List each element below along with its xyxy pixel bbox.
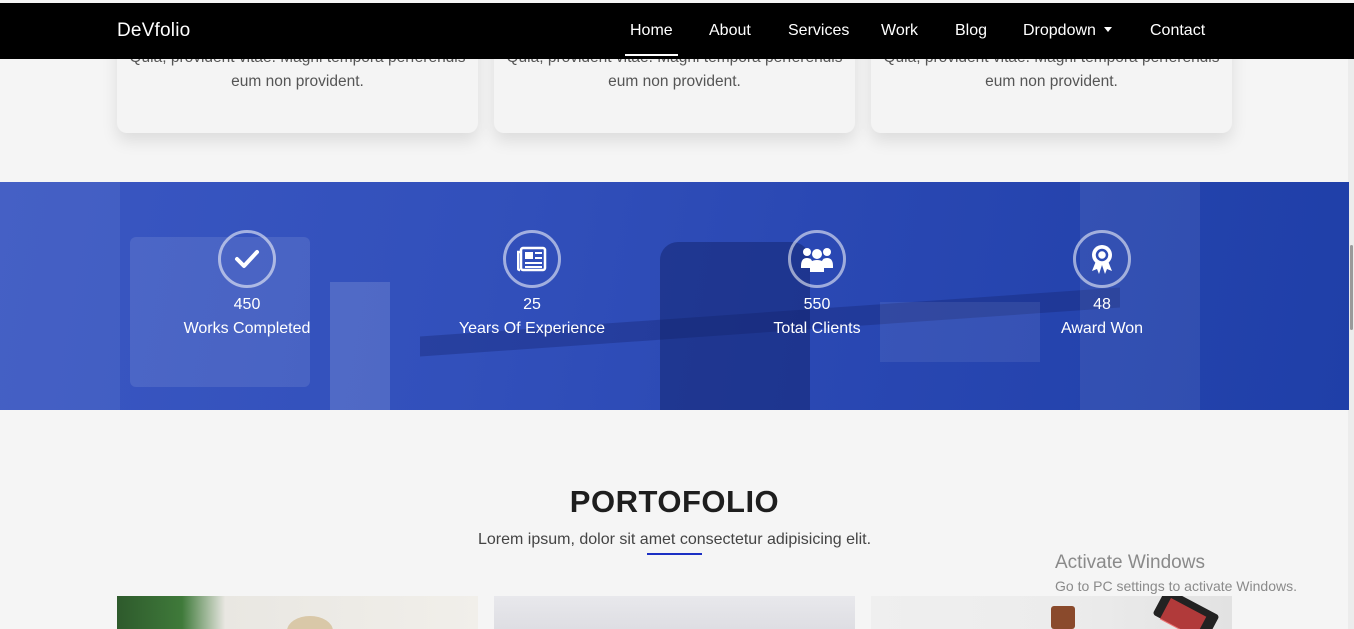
service-card-text-line: eum non provident. bbox=[608, 73, 741, 90]
portfolio-subtitle: Lorem ipsum, dolor sit amet consectetur … bbox=[477, 531, 872, 548]
portfolio-item[interactable] bbox=[117, 596, 478, 629]
service-card-text-line: eum non provident. bbox=[985, 73, 1118, 90]
nav-dropdown[interactable]: Dropdown bbox=[1023, 22, 1112, 40]
navbar: DeVfolio Home About Services Work Blog D… bbox=[0, 3, 1354, 59]
counter-clients: 550 Total Clients bbox=[697, 230, 937, 338]
counter-number: 48 bbox=[1093, 296, 1111, 313]
scrollbar-thumb[interactable] bbox=[1350, 245, 1353, 330]
nav-blog[interactable]: Blog bbox=[955, 22, 987, 40]
counter-label: Works Completed bbox=[183, 320, 311, 337]
counter-works: 450 Works Completed bbox=[127, 230, 367, 338]
counter-experience: 25 Years Of Experience bbox=[412, 230, 652, 338]
nav-contact[interactable]: Contact bbox=[1150, 22, 1205, 40]
newspaper-icon bbox=[503, 230, 561, 288]
portfolio-title: PORTOFOLIO bbox=[569, 484, 780, 519]
checkmark-icon bbox=[218, 230, 276, 288]
brand-logo[interactable]: DeVfolio bbox=[117, 20, 190, 42]
award-icon bbox=[1073, 230, 1131, 288]
nav-work[interactable]: Work bbox=[881, 22, 918, 40]
service-card-text-line: eum non provident. bbox=[231, 73, 364, 90]
portfolio-item[interactable] bbox=[871, 596, 1232, 629]
nav-home[interactable]: Home bbox=[625, 22, 678, 56]
counter-label: Award Won bbox=[1060, 320, 1144, 337]
counter-awards: 48 Award Won bbox=[982, 230, 1222, 338]
counter-label: Years Of Experience bbox=[458, 320, 606, 337]
activate-windows-message: Go to PC settings to activate Windows. bbox=[1055, 578, 1297, 594]
caret-down-icon bbox=[1103, 27, 1112, 32]
counter-label: Total Clients bbox=[773, 320, 861, 337]
counter-number: 25 bbox=[523, 296, 541, 313]
counter-number: 550 bbox=[803, 296, 831, 313]
nav-about[interactable]: About bbox=[709, 22, 751, 40]
people-icon bbox=[788, 230, 846, 288]
title-underline bbox=[647, 553, 702, 555]
portfolio-item[interactable] bbox=[494, 596, 855, 629]
nav-dropdown-label: Dropdown bbox=[1023, 22, 1096, 39]
activate-windows-watermark: Activate Windows Go to PC settings to ac… bbox=[1055, 552, 1297, 594]
counters-section: 450 Works Completed 25 Years Of Experien… bbox=[0, 182, 1349, 410]
nav-services[interactable]: Services bbox=[788, 22, 849, 40]
counter-number: 450 bbox=[233, 296, 261, 313]
activate-windows-title: Activate Windows bbox=[1055, 552, 1205, 573]
